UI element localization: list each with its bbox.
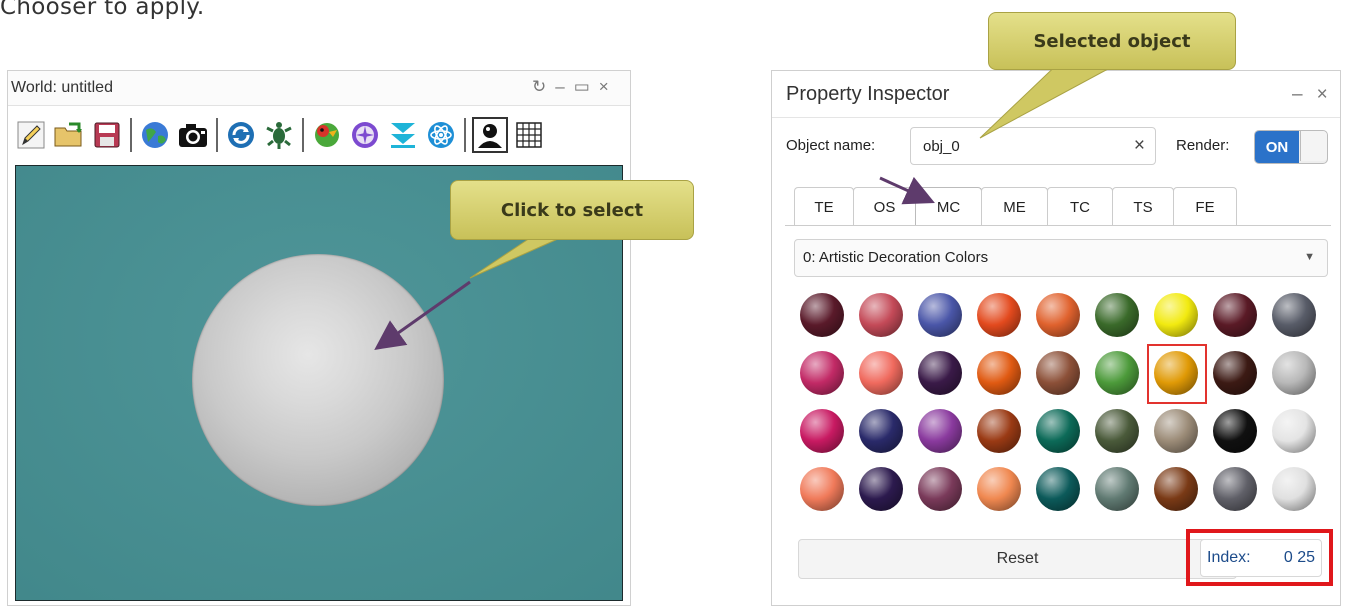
- material-swatch[interactable]: [918, 467, 962, 511]
- turtle-icon[interactable]: [262, 118, 296, 152]
- material-swatch[interactable]: [1154, 409, 1198, 453]
- inspector-title: Property Inspector: [786, 83, 950, 105]
- toggle-knob: [1300, 131, 1327, 161]
- render-label: Render:: [1176, 137, 1230, 154]
- material-swatch[interactable]: [800, 409, 844, 453]
- material-swatch[interactable]: [1036, 467, 1080, 511]
- material-swatch[interactable]: [800, 293, 844, 337]
- world-title: World: untitled: [11, 79, 113, 96]
- object-name-input[interactable]: obj_0 ×: [910, 127, 1156, 165]
- material-swatch[interactable]: [918, 351, 962, 395]
- material-swatch[interactable]: [977, 467, 1021, 511]
- material-swatch[interactable]: [859, 467, 903, 511]
- globe-icon[interactable]: [138, 118, 172, 152]
- render-toggle-state: ON: [1255, 131, 1299, 163]
- material-swatch[interactable]: [977, 293, 1021, 337]
- tab-me[interactable]: ME: [981, 187, 1048, 226]
- open-folder-icon[interactable]: [52, 118, 86, 152]
- tab-os[interactable]: OS: [853, 187, 916, 226]
- refresh-icon[interactable]: [224, 118, 258, 152]
- reset-button[interactable]: Reset: [798, 539, 1237, 579]
- material-swatch[interactable]: [800, 351, 844, 395]
- tab-te[interactable]: TE: [794, 187, 854, 226]
- tab-tc[interactable]: TC: [1047, 187, 1113, 226]
- material-swatch[interactable]: [859, 409, 903, 453]
- material-swatch[interactable]: [918, 409, 962, 453]
- avatar-icon[interactable]: [472, 117, 508, 153]
- close-icon[interactable]: ×: [1317, 84, 1328, 106]
- world-window-controls: ↻ – ▭ ×: [532, 77, 609, 97]
- dropdown-arrow-icon: ▼: [1304, 251, 1315, 263]
- minimize-icon[interactable]: –: [555, 77, 564, 97]
- property-tabs: TE OS MC ME TC TS FE: [794, 187, 1237, 226]
- material-swatch[interactable]: [1095, 467, 1139, 511]
- sphere-object[interactable]: [192, 254, 444, 506]
- material-swatch[interactable]: [977, 351, 1021, 395]
- refresh-window-icon[interactable]: ↻: [532, 77, 546, 97]
- tab-mc[interactable]: MC: [915, 187, 982, 226]
- material-swatch[interactable]: [1213, 467, 1257, 511]
- clear-icon[interactable]: ×: [1134, 135, 1145, 157]
- parrot-icon[interactable]: [310, 118, 344, 152]
- maximize-icon[interactable]: ▭: [574, 77, 590, 97]
- material-swatch[interactable]: [1272, 351, 1316, 395]
- tab-ts[interactable]: TS: [1112, 187, 1174, 226]
- collapse-icon[interactable]: [386, 118, 420, 152]
- world-toolbar: [14, 113, 624, 157]
- material-set-value: 0: Artistic Decoration Colors: [803, 249, 989, 266]
- material-set-select[interactable]: 0: Artistic Decoration Colors ▼: [794, 239, 1328, 277]
- material-swatch[interactable]: [1036, 293, 1080, 337]
- material-swatch[interactable]: [800, 467, 844, 511]
- world-titlebar: World: untitled ↻ – ▭ ×: [8, 71, 630, 106]
- material-swatch[interactable]: [1213, 293, 1257, 337]
- camera-icon[interactable]: [176, 118, 210, 152]
- material-swatch[interactable]: [1036, 409, 1080, 453]
- tabs-divider: [785, 225, 1331, 226]
- material-swatch[interactable]: [1213, 351, 1257, 395]
- material-swatch-grid: [800, 293, 1329, 529]
- material-swatch[interactable]: [1154, 293, 1198, 337]
- object-name-value: obj_0: [923, 138, 960, 155]
- object-name-label: Object name:: [786, 137, 876, 154]
- inspector-titlebar: Property Inspector – ×: [772, 71, 1340, 118]
- minimize-icon[interactable]: –: [1292, 84, 1303, 106]
- selected-object-callout: Selected object: [988, 12, 1236, 70]
- toolbar-separator: [464, 118, 466, 152]
- inspector-window-controls: – ×: [1292, 84, 1328, 106]
- compass-icon[interactable]: [348, 118, 382, 152]
- render-toggle[interactable]: ON: [1254, 130, 1328, 164]
- tab-fe[interactable]: FE: [1173, 187, 1237, 226]
- world-window: World: untitled ↻ – ▭ ×: [7, 70, 631, 606]
- toolbar-separator: [302, 118, 304, 152]
- material-swatch[interactable]: [859, 351, 903, 395]
- toolbar-separator: [216, 118, 218, 152]
- atom-icon[interactable]: [424, 118, 458, 152]
- material-swatch[interactable]: [918, 293, 962, 337]
- grid-icon[interactable]: [512, 118, 546, 152]
- material-swatch[interactable]: [1272, 467, 1316, 511]
- material-swatch[interactable]: [1095, 351, 1139, 395]
- material-swatch[interactable]: [859, 293, 903, 337]
- selected-swatch-highlight: [1147, 344, 1207, 404]
- index-highlight-box: [1186, 529, 1333, 586]
- material-swatch[interactable]: [1272, 409, 1316, 453]
- save-icon[interactable]: [90, 118, 124, 152]
- material-swatch[interactable]: [1272, 293, 1316, 337]
- toolbar-separator: [130, 118, 132, 152]
- intro-text: Chooser to apply.: [0, 0, 205, 20]
- close-icon[interactable]: ×: [599, 77, 609, 97]
- material-swatch[interactable]: [1213, 409, 1257, 453]
- property-inspector: Property Inspector – × Object name: obj_…: [771, 70, 1341, 606]
- click-to-select-callout: Click to select: [450, 180, 694, 240]
- material-swatch[interactable]: [977, 409, 1021, 453]
- material-swatch[interactable]: [1036, 351, 1080, 395]
- material-swatch[interactable]: [1095, 409, 1139, 453]
- pencil-icon[interactable]: [14, 118, 48, 152]
- material-swatch[interactable]: [1095, 293, 1139, 337]
- material-swatch[interactable]: [1154, 467, 1198, 511]
